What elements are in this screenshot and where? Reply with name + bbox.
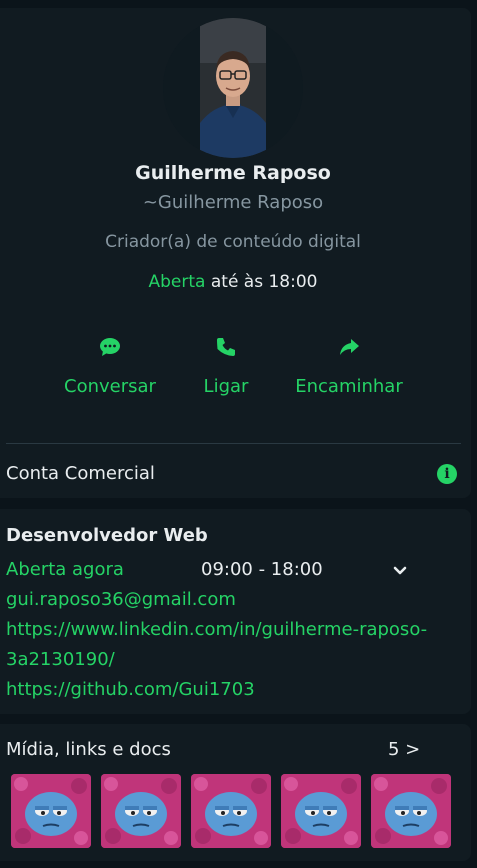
media-thumbnail[interactable] [281, 774, 361, 848]
media-thumbnail[interactable] [11, 774, 91, 848]
chat-button[interactable]: Conversar [62, 336, 158, 397]
profile-name: Guilherme Raposo [135, 162, 331, 184]
info-icon[interactable]: i [437, 464, 457, 484]
chevron-down-icon[interactable] [393, 561, 407, 580]
open-until: até às 18:00 [205, 272, 318, 292]
business-hours-status: Aberta até às 18:00 [0, 272, 466, 292]
business-hours-range: 09:00 - 18:00 [201, 559, 323, 580]
forward-icon [294, 336, 404, 358]
business-description: Desenvolvedor Web [6, 525, 208, 546]
linkedin-link-continued[interactable]: 3a2130190/ [6, 649, 115, 670]
avatar[interactable] [163, 18, 303, 158]
media-section-title[interactable]: Mídia, links e docs [6, 739, 171, 760]
call-button-label: Ligar [203, 376, 249, 397]
open-status: Aberta [148, 272, 206, 292]
phone-icon [198, 336, 254, 358]
divider [6, 443, 461, 444]
media-thumbnail[interactable] [101, 774, 181, 848]
media-thumbnail[interactable] [191, 774, 271, 848]
business-category: Criador(a) de conteúdo digital [105, 232, 361, 252]
forward-button[interactable]: Encaminhar [294, 336, 404, 397]
business-account-row[interactable]: Conta Comercial i [6, 463, 461, 487]
chat-icon [62, 336, 158, 358]
business-account-label: Conta Comercial [6, 463, 155, 484]
email-link[interactable]: gui.raposo36@gmail.com [6, 589, 236, 610]
avatar-photo [163, 18, 303, 158]
media-card: Mídia, links e docs 5 > [0, 724, 471, 861]
chat-button-label: Conversar [64, 376, 156, 397]
forward-button-label: Encaminhar [295, 376, 403, 397]
open-now-status: Aberta agora [6, 559, 124, 580]
github-link[interactable]: https://github.com/Gui1703 [6, 679, 255, 700]
business-about-card: Desenvolvedor Web Aberta agora 09:00 - 1… [0, 509, 471, 714]
media-thumbnail[interactable] [371, 774, 451, 848]
profile-push-name: ~Guilherme Raposo [142, 192, 324, 213]
media-count[interactable]: 5 > [388, 739, 420, 760]
profile-card: Guilherme Raposo ~Guilherme Raposo Criad… [0, 8, 471, 498]
linkedin-link[interactable]: https://www.linkedin.com/in/guilherme-ra… [6, 619, 427, 640]
call-button[interactable]: Ligar [198, 336, 254, 397]
